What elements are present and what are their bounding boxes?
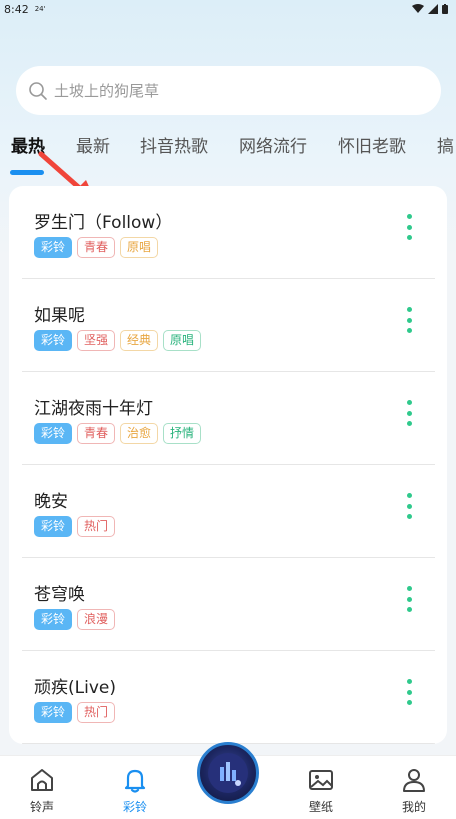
tab-more[interactable]: 搞 (437, 132, 454, 157)
song-title: 江湖夜雨十年灯 (34, 399, 153, 419)
list-item[interactable]: 苍穹唤 彩铃 浪漫 (9, 558, 447, 651)
nav-item-ringtones[interactable]: 铃声 (12, 766, 72, 815)
more-options-icon[interactable] (401, 493, 417, 519)
song-tag: 青春 (77, 237, 116, 258)
song-tag: 原唱 (120, 237, 159, 258)
list-item[interactable]: 顽疾(Live) 彩铃 热门 (9, 651, 447, 744)
nav-label: 铃声 (29, 800, 54, 814)
song-title: 顽疾(Live) (34, 678, 116, 698)
ringtone-tag: 彩铃 (34, 516, 73, 537)
song-tag: 经典 (120, 330, 159, 351)
signal-icon (428, 4, 438, 14)
bell-icon (124, 769, 146, 793)
status-bar: 8:42 24' (0, 0, 456, 18)
song-tag: 浪漫 (77, 609, 116, 630)
list-item[interactable]: 晚安 彩铃 热门 (9, 465, 447, 558)
player-disc-button[interactable] (197, 742, 259, 804)
ringtone-tag: 彩铃 (34, 423, 73, 444)
nav-label: 彩铃 (122, 800, 147, 814)
user-icon (403, 769, 425, 792)
list-item[interactable]: 江湖夜雨十年灯 彩铃 青春 治愈 抒情 (9, 372, 447, 465)
song-tag: 青春 (77, 423, 116, 444)
search-icon (29, 81, 47, 100)
nav-label: 我的 (401, 800, 426, 814)
song-tag: 抒情 (163, 423, 202, 444)
more-options-icon[interactable] (401, 214, 417, 240)
bell-house-icon (31, 769, 53, 791)
list-item[interactable]: 如果呢 彩铃 坚强 经典 原唱 (9, 279, 447, 372)
search-placeholder: 土坡上的狗尾草 (54, 82, 160, 100)
ringtone-tag: 彩铃 (34, 609, 73, 630)
more-options-icon[interactable] (401, 400, 417, 426)
ringtone-tag: 彩铃 (34, 237, 73, 258)
nav-item-wallpaper[interactable]: 壁纸 (291, 766, 351, 815)
status-time: 8:42 (4, 2, 29, 16)
song-title: 晚安 (34, 492, 68, 512)
more-options-icon[interactable] (401, 586, 417, 612)
ringtone-tag: 彩铃 (34, 702, 73, 723)
song-tag: 热门 (77, 702, 116, 723)
song-list: 罗生门（Follow） 彩铃 青春 原唱 如果呢 彩铃 坚强 经典 原唱 江湖夜… (9, 186, 447, 744)
song-tag: 热门 (77, 516, 116, 537)
battery-icon (442, 4, 448, 14)
wifi-icon (412, 4, 424, 13)
list-item[interactable]: 罗生门（Follow） 彩铃 青春 原唱 (9, 186, 447, 279)
song-title: 如果呢 (34, 306, 85, 326)
nav-label: 壁纸 (308, 800, 333, 814)
tab-oldies[interactable]: 怀旧老歌 (338, 132, 406, 157)
nav-item-crbt[interactable]: 彩铃 (105, 766, 165, 815)
nav-item-profile[interactable]: 我的 (384, 766, 444, 815)
song-title: 苍穹唤 (34, 585, 85, 605)
more-options-icon[interactable] (401, 307, 417, 333)
song-tag: 原唱 (163, 330, 202, 351)
song-title: 罗生门（Follow） (34, 213, 173, 233)
song-tag: 坚强 (77, 330, 116, 351)
image-icon (309, 770, 333, 790)
search-input[interactable]: 土坡上的狗尾草 (16, 66, 441, 115)
music-cover-icon (208, 753, 248, 793)
ringtone-tag: 彩铃 (34, 330, 73, 351)
status-extra: 24' (34, 5, 46, 13)
tab-internet-popular[interactable]: 网络流行 (239, 132, 307, 157)
tab-douyin-hits[interactable]: 抖音热歌 (140, 132, 208, 157)
more-options-icon[interactable] (401, 679, 417, 705)
song-tag: 治愈 (120, 423, 159, 444)
